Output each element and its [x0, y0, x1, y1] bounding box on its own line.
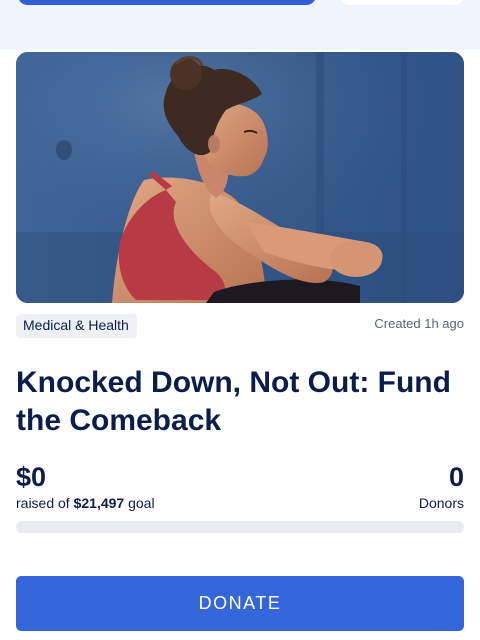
- funding-progress-bar: [16, 521, 464, 533]
- campaign-hero-image: [16, 52, 464, 303]
- raised-prefix: raised of: [16, 495, 74, 511]
- created-timestamp: Created 1h ago: [374, 316, 464, 331]
- campaign-title: Knocked Down, Not Out: Fund the Comeback: [16, 366, 451, 437]
- donate-button[interactable]: DONATE: [16, 576, 464, 631]
- top-primary-button[interactable]: [18, 0, 316, 5]
- amount-raised: $0: [16, 462, 47, 492]
- category-badge[interactable]: Medical & Health: [16, 314, 137, 338]
- top-secondary-button[interactable]: [340, 0, 464, 5]
- top-band: [0, 0, 480, 50]
- goal-suffix: goal: [124, 495, 155, 511]
- donor-label: Donors: [418, 495, 464, 511]
- campaign-meta-row: Medical & Health Created 1h ago: [16, 314, 464, 338]
- donor-count: 0: [448, 462, 464, 492]
- raised-of-goal: raised of $21,497 goal: [16, 495, 155, 512]
- goal-amount: $21,497: [73, 495, 125, 511]
